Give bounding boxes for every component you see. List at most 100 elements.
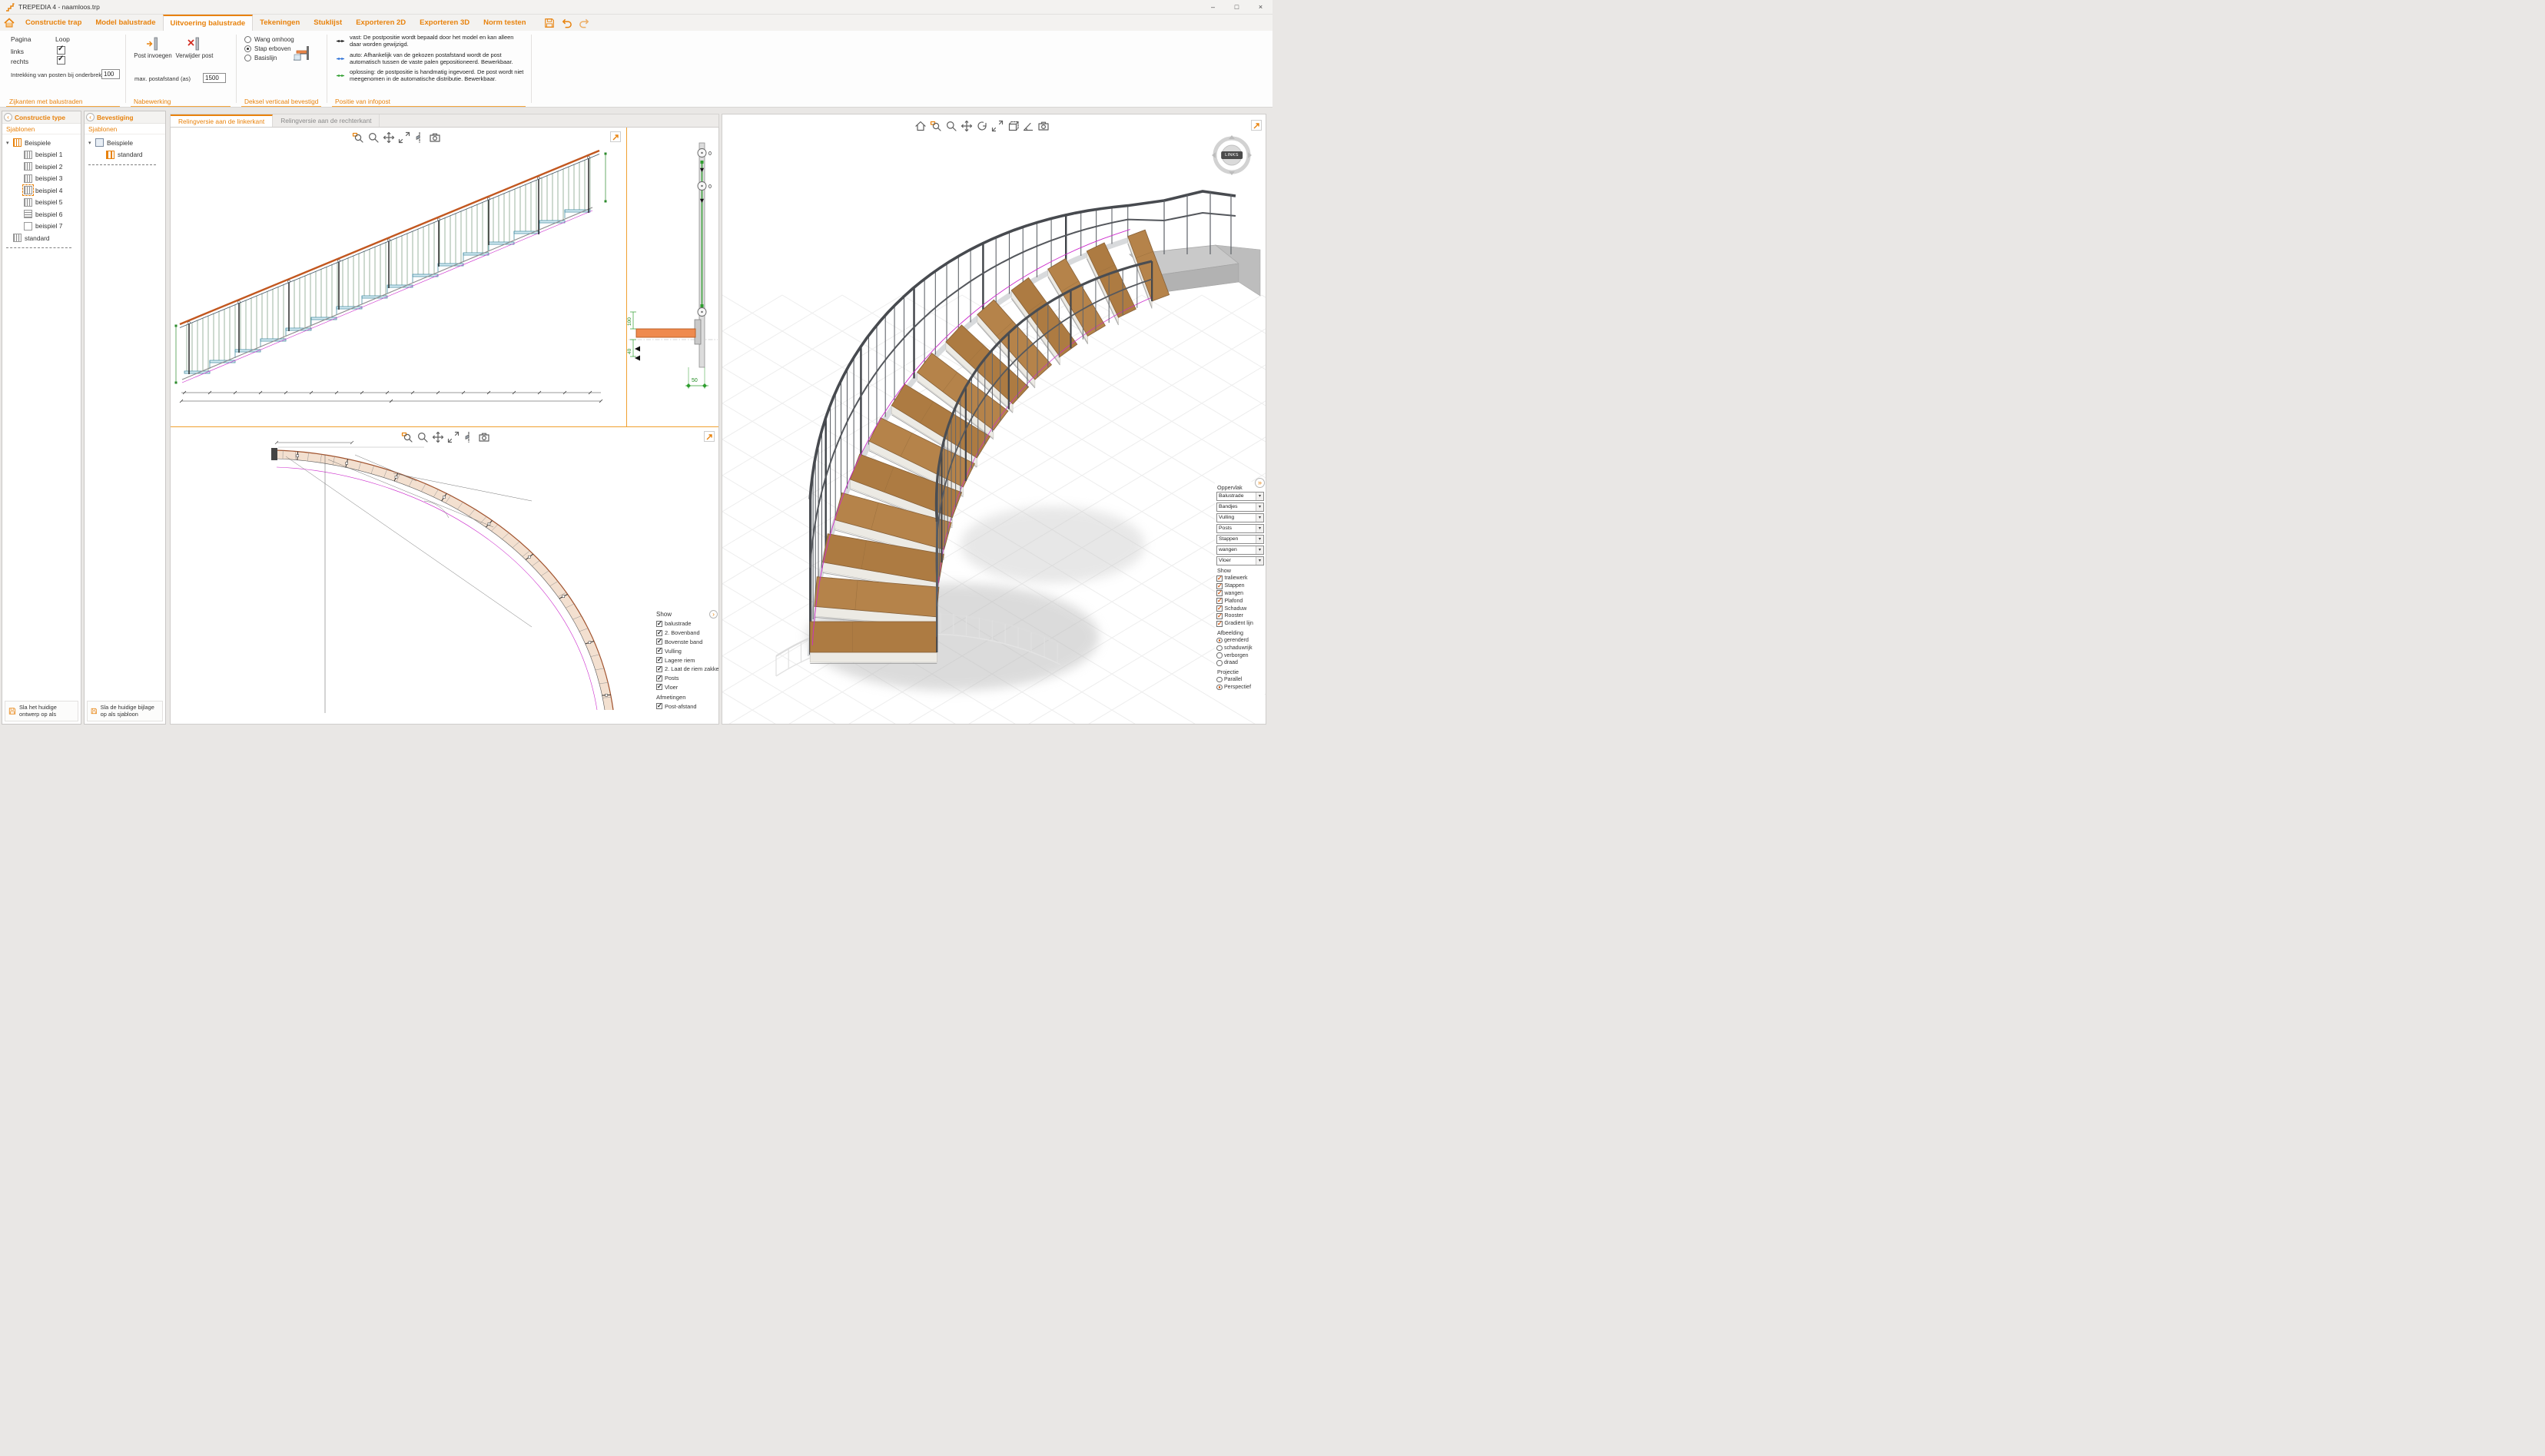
- pan-icon[interactable]: [432, 431, 444, 443]
- fit-icon[interactable]: [398, 131, 410, 144]
- save-button[interactable]: [544, 18, 555, 28]
- collapse-left-icon[interactable]: [86, 113, 95, 121]
- zoom-window-icon[interactable]: [930, 120, 942, 132]
- surface-dropdown[interactable]: Bandjes: [1216, 502, 1264, 512]
- 3d-show-option[interactable]: Gradiënt lijn: [1216, 620, 1264, 628]
- home-button[interactable]: [0, 15, 18, 31]
- verwijder-post-button[interactable]: Verwijder post: [175, 36, 214, 60]
- tree-item[interactable]: standard: [85, 149, 165, 161]
- deksel-radio-option[interactable]: Stap erboven: [243, 45, 294, 53]
- show-option[interactable]: Bovenste band: [656, 638, 719, 647]
- save-attachment-as-template-button[interactable]: Sla de huidige bijlage op als sjabloon: [87, 701, 163, 721]
- projectie-option[interactable]: Perspectief: [1216, 684, 1264, 692]
- horizontal-splitter[interactable]: [171, 426, 718, 427]
- 3d-canvas[interactable]: [722, 114, 1266, 724]
- fit-icon[interactable]: [991, 120, 1004, 132]
- max-postafstand-input[interactable]: [203, 73, 226, 83]
- show-option[interactable]: 2. Laat de riem zakker: [656, 665, 719, 674]
- ribbon-tab[interactable]: Stuklijst: [307, 15, 349, 31]
- projectie-option[interactable]: Parallel: [1216, 676, 1264, 684]
- angle-icon[interactable]: [1022, 120, 1034, 132]
- show-option[interactable]: Lagere riem: [656, 655, 719, 665]
- 3d-show-option[interactable]: Rooster: [1216, 612, 1264, 620]
- tree-item[interactable]: standard: [2, 232, 81, 244]
- 3d-show-option[interactable]: wangen: [1216, 590, 1264, 598]
- home-icon[interactable]: [914, 120, 927, 132]
- show-panel-collapse-button[interactable]: [709, 610, 718, 619]
- chevron-down-icon[interactable]: [1256, 546, 1263, 554]
- close-button[interactable]: ×: [1249, 0, 1272, 14]
- zoom-window-icon[interactable]: [352, 131, 364, 144]
- surface-panel-collapse-button[interactable]: [1255, 478, 1265, 488]
- afbeelding-option[interactable]: schaduwrijk: [1216, 644, 1264, 652]
- camera-icon[interactable]: [429, 131, 441, 144]
- elevation-canvas[interactable]: [171, 128, 626, 426]
- show-option[interactable]: Vloer: [656, 683, 719, 692]
- afmetingen-option[interactable]: Post-afstand: [656, 701, 719, 711]
- pan-icon[interactable]: [961, 120, 973, 132]
- surface-dropdown[interactable]: Vloer: [1216, 556, 1264, 565]
- camera-icon[interactable]: [478, 431, 490, 443]
- tree-item[interactable]: beispiel 4: [2, 184, 81, 197]
- 3d-show-option[interactable]: Schaduw: [1216, 605, 1264, 612]
- ribbon-tab[interactable]: Exporteren 3D: [413, 15, 476, 31]
- maximize-button[interactable]: □: [1225, 0, 1249, 14]
- 3d-show-option[interactable]: Stappen: [1216, 582, 1264, 590]
- surface-dropdown[interactable]: Balustrade: [1216, 492, 1264, 501]
- zoom-icon[interactable]: [416, 431, 429, 443]
- minimize-button[interactable]: –: [1201, 0, 1225, 14]
- deksel-radio-option[interactable]: Wang omhoog: [243, 35, 294, 44]
- 3d-show-option[interactable]: Plafond: [1216, 597, 1264, 605]
- afbeelding-option[interactable]: draad: [1216, 659, 1264, 667]
- tree-item[interactable]: beispiel 7: [2, 221, 81, 233]
- post-detail-canvas[interactable]: 001004050: [627, 128, 719, 426]
- rotate-icon[interactable]: [976, 120, 988, 132]
- tree-item[interactable]: beispiel 3: [2, 173, 81, 185]
- tree-item[interactable]: [2, 244, 81, 252]
- tree-item[interactable]: beispiel 5: [2, 197, 81, 209]
- viewport-tab[interactable]: Relingversie aan de rechterkant: [273, 114, 380, 127]
- clip-box-icon[interactable]: [1007, 120, 1019, 132]
- tree-item[interactable]: Beispiele: [85, 137, 165, 149]
- deksel-radio-option[interactable]: Basislijn: [243, 54, 294, 62]
- chevron-down-icon[interactable]: [1256, 503, 1263, 511]
- plan-popout-button[interactable]: [704, 431, 715, 442]
- save-design-as-template-button[interactable]: Sla het huidige ontwerp op als: [5, 701, 78, 721]
- ribbon-tab[interactable]: Model balustrade: [88, 15, 162, 31]
- camera-icon[interactable]: [1037, 120, 1050, 132]
- plan-canvas[interactable]: [171, 427, 718, 725]
- surface-dropdown[interactable]: Stappen: [1216, 535, 1264, 544]
- afbeelding-option[interactable]: gerenderd: [1216, 637, 1264, 645]
- tree-item[interactable]: beispiel 1: [2, 149, 81, 161]
- ribbon-tab[interactable]: Constructie trap: [18, 15, 88, 31]
- tree-item[interactable]: beispiel 6: [2, 208, 81, 221]
- tree-item[interactable]: [85, 161, 165, 168]
- ribbon-tab[interactable]: Norm testen: [476, 15, 533, 31]
- expander-caret-icon[interactable]: [88, 140, 95, 146]
- chevron-down-icon[interactable]: [1256, 514, 1263, 522]
- ribbon-tab[interactable]: Tekeningen: [253, 15, 307, 31]
- chevron-down-icon[interactable]: [1256, 557, 1263, 565]
- post-invoegen-button[interactable]: Post invoegen: [134, 36, 172, 60]
- ribbon-tab[interactable]: Uitvoering balustrade: [163, 15, 254, 31]
- rechts-checkbox[interactable]: [57, 56, 65, 65]
- undo-button[interactable]: [561, 18, 572, 28]
- zoom-icon[interactable]: [367, 131, 380, 144]
- 3d-show-option[interactable]: traliewerk: [1216, 575, 1264, 582]
- redo-button[interactable]: [579, 18, 590, 28]
- 3d-popout-button[interactable]: [1251, 120, 1262, 131]
- intrekking-input[interactable]: [101, 69, 120, 79]
- show-option[interactable]: Vulling: [656, 646, 719, 655]
- surface-dropdown[interactable]: Vulling: [1216, 513, 1264, 522]
- collapse-left-icon[interactable]: [4, 113, 12, 121]
- view-cube[interactable]: LINKS: [1209, 134, 1254, 179]
- section-icon[interactable]: [463, 431, 475, 443]
- section-icon[interactable]: [413, 131, 426, 144]
- elevation-popout-button[interactable]: [610, 131, 621, 142]
- tree-item[interactable]: beispiel 2: [2, 161, 81, 173]
- show-option[interactable]: Posts: [656, 674, 719, 683]
- viewport-tab[interactable]: Relingversie aan de linkerkant: [171, 114, 273, 127]
- show-option[interactable]: 2. Bovenband: [656, 629, 719, 638]
- pan-icon[interactable]: [383, 131, 395, 144]
- afbeelding-option[interactable]: verborgen: [1216, 652, 1264, 659]
